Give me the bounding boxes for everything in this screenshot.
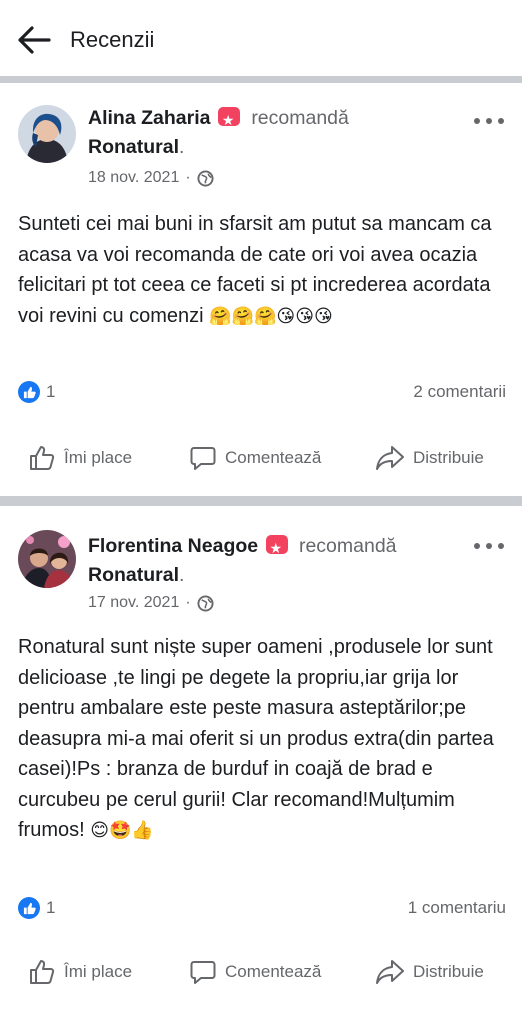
share-arrow-icon <box>376 960 404 984</box>
post-date[interactable]: 17 nov. 2021 <box>88 594 179 612</box>
action-bar: Îmi place Comentează Distribuie <box>0 436 522 480</box>
avatar[interactable] <box>18 530 76 588</box>
globe-icon <box>197 169 214 187</box>
like-count-value: 1 <box>46 382 56 401</box>
review-post: Alina Zaharia recomandă Ronatural. 18 no… <box>0 83 522 496</box>
comments-count-link[interactable]: 1 comentariu <box>408 898 506 918</box>
like-button-label: Îmi place <box>64 448 133 467</box>
like-button[interactable]: Îmi place <box>28 436 132 480</box>
thumbs-up-icon <box>30 960 55 984</box>
action-verb: recomandă <box>298 535 397 557</box>
dot-icon <box>474 543 480 549</box>
post-date[interactable]: 18 nov. 2021 <box>88 169 179 187</box>
dot-icon <box>474 118 480 124</box>
share-arrow-icon <box>376 446 404 470</box>
page-name-link[interactable]: Ronatural <box>88 564 179 586</box>
comment-button[interactable]: Comentează <box>189 950 321 994</box>
share-button-label: Distribuie <box>413 962 484 981</box>
reaction-stats: 1 1 comentariu <box>18 897 506 921</box>
comment-button-label: Comentează <box>225 448 322 467</box>
like-button-label: Îmi place <box>64 962 133 981</box>
page-title: Recenzii <box>70 27 155 52</box>
dot-icon <box>498 543 504 549</box>
share-button[interactable]: Distribuie <box>375 950 484 994</box>
post-emoji: 😊🤩👍 <box>90 820 154 841</box>
more-options-button[interactable] <box>474 111 504 131</box>
author-name[interactable]: Florentina Neagoe <box>88 535 258 557</box>
comment-button-label: Comentează <box>225 962 322 981</box>
like-button[interactable]: Îmi place <box>28 950 132 994</box>
more-options-button[interactable] <box>474 536 504 556</box>
arrow-left-icon <box>18 26 51 54</box>
post-header: Alina Zaharia recomandă Ronatural. <box>88 104 468 162</box>
section-divider <box>0 76 522 83</box>
section-divider <box>0 496 522 506</box>
globe-icon <box>197 594 214 612</box>
post-body-text: Ronatural sunt niște super oameni ,produ… <box>18 636 494 841</box>
post-header: Florentina Neagoe recomandă Ronatural. <box>88 532 468 590</box>
comments-count-link[interactable]: 2 comentarii <box>413 382 506 402</box>
recommendation-badge-icon <box>265 534 288 563</box>
comment-button[interactable]: Comentează <box>189 436 321 480</box>
avatar[interactable] <box>18 105 76 163</box>
action-bar: Îmi place Comentează Distribuie <box>0 950 522 994</box>
share-button-label: Distribuie <box>413 448 484 467</box>
thumbs-up-icon <box>30 446 55 470</box>
dot-icon <box>486 118 492 124</box>
page-name-link[interactable]: Ronatural <box>88 136 179 158</box>
like-count[interactable]: 1 <box>18 381 55 403</box>
reaction-stats: 1 2 comentarii <box>18 381 506 405</box>
review-post: Florentina Neagoe recomandă Ronatural. 1… <box>0 506 522 1024</box>
dot-icon <box>486 543 492 549</box>
post-meta: 18 nov. 2021 · <box>88 169 214 187</box>
recommendation-badge-icon <box>217 106 240 135</box>
post-emoji: 🤗🤗🤗😘😘😘 <box>209 305 333 327</box>
share-button[interactable]: Distribuie <box>375 436 484 480</box>
like-count[interactable]: 1 <box>18 897 55 919</box>
like-count-value: 1 <box>46 898 56 917</box>
post-body: Ronatural sunt niște super oameni ,produ… <box>18 632 510 847</box>
dot-icon <box>498 118 504 124</box>
like-reaction-icon <box>18 381 40 403</box>
like-reaction-icon <box>18 897 40 919</box>
back-button[interactable] <box>14 22 54 58</box>
action-verb: recomandă <box>251 107 349 129</box>
author-name[interactable]: Alina Zaharia <box>88 107 210 129</box>
post-body: Sunteti cei mai buni in sfarsit am putut… <box>18 209 510 332</box>
comment-bubble-icon <box>190 447 216 470</box>
top-bar: Recenzii <box>0 0 522 76</box>
post-meta: 17 nov. 2021 · <box>88 594 214 612</box>
comment-bubble-icon <box>190 961 216 984</box>
